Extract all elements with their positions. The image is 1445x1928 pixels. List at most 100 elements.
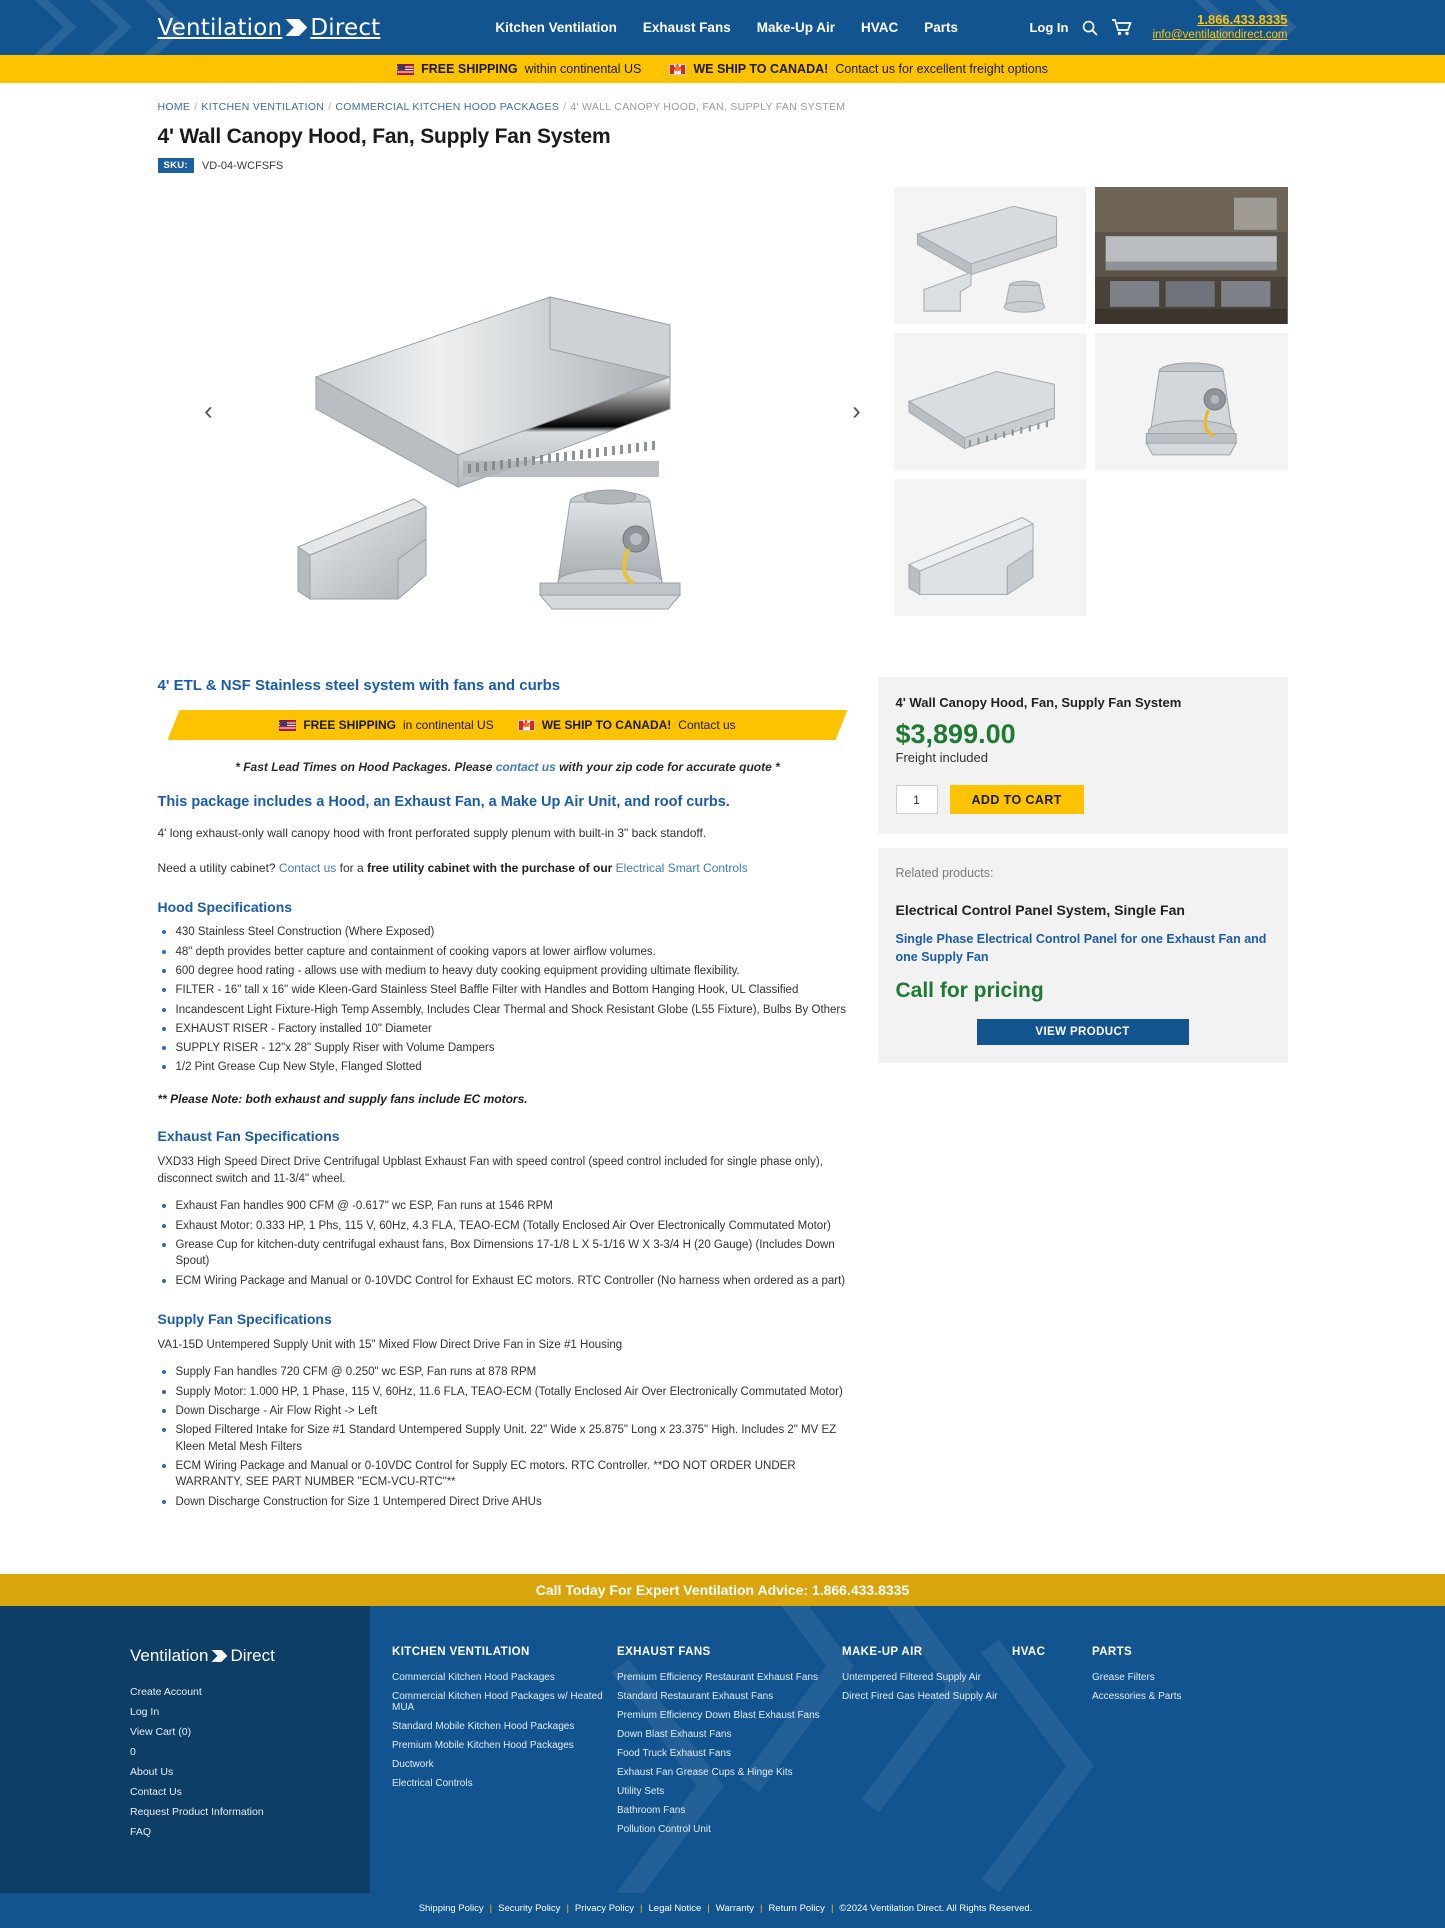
nav-item-make-up-air[interactable]: Make-Up Air: [757, 20, 835, 35]
product-gallery: ‹ ›: [157, 187, 1288, 635]
purchase-sidebar: 4' Wall Canopy Hood, Fan, Supply Fan Sys…: [877, 677, 1288, 1514]
footer-column-make-up-air: MAKE-UP AIR Untempered Filtered Supply A…: [842, 1646, 1012, 1843]
footer-link[interactable]: Down Blast Exhaust Fans: [617, 1729, 830, 1740]
legal-sep: |: [830, 1902, 834, 1914]
footer-link[interactable]: Grease Filters: [1092, 1672, 1230, 1683]
footer-link[interactable]: Premium Mobile Kitchen Hood Packages: [392, 1740, 605, 1751]
ribbon-us-text: in continental US: [403, 718, 494, 732]
ec-motors-note: ** Please Note: both exhaust and supply …: [157, 1091, 528, 1106]
main-product-image[interactable]: ‹ ›: [157, 187, 876, 635]
copyright-text: ©2024 Ventilation Direct. All Rights Res…: [839, 1902, 1033, 1914]
exhaust-specs-heading: Exhaust Fan Specifications: [157, 1127, 340, 1144]
footer-link-view-cart[interactable]: View Cart (0): [130, 1726, 370, 1738]
footer-link[interactable]: Untempered Filtered Supply Air: [842, 1672, 1000, 1683]
footer-link[interactable]: Electrical Controls: [392, 1778, 605, 1789]
list-item: Down Discharge Construction for Size 1 U…: [158, 1494, 858, 1510]
footer-link[interactable]: Commercial Kitchen Hood Packages: [392, 1672, 605, 1683]
shipping-ca-text: Contact us for excellent freight options: [835, 62, 1048, 76]
footer-link-contact-us[interactable]: Contact Us: [130, 1786, 370, 1798]
add-to-cart-button[interactable]: ADD TO CART: [949, 785, 1084, 815]
shipping-canada: 🍁 WE SHIP TO CANADA! Contact us for exce…: [669, 62, 1048, 76]
footer-link[interactable]: Accessories & Parts: [1092, 1691, 1230, 1702]
footer-link-create-account[interactable]: Create Account: [130, 1686, 370, 1698]
us-flag-icon: [279, 720, 296, 731]
quantity-input[interactable]: [895, 785, 938, 815]
footer-logo[interactable]: Ventilation Direct: [130, 1646, 370, 1666]
breadcrumb-sep: /: [563, 101, 567, 113]
view-product-button[interactable]: VIEW PRODUCT: [976, 1018, 1189, 1045]
footer-link-about-us[interactable]: About Us: [130, 1766, 370, 1778]
footer-link-log-in[interactable]: Log In: [130, 1706, 370, 1718]
gallery-prev-arrow[interactable]: ‹: [196, 396, 222, 427]
footer-link-cart-count[interactable]: 0: [130, 1746, 370, 1758]
shipping-us-text: within continental US: [524, 62, 642, 76]
nav-item-hvac[interactable]: HVAC: [861, 20, 898, 35]
footer-link[interactable]: Pollution Control Unit: [617, 1824, 830, 1835]
nav-item-parts[interactable]: Parts: [924, 20, 958, 35]
utility-contact-link[interactable]: Contact us: [279, 861, 336, 875]
legal-bar: Shipping Policy | Security Policy | Privacy …: [0, 1892, 1445, 1928]
buy-box: 4' Wall Canopy Hood, Fan, Supply Fan Sys…: [877, 677, 1288, 835]
canada-flag-icon: 🍁: [518, 720, 535, 731]
description-paragraph: 4' long exhaust-only wall canopy hood wi…: [157, 826, 707, 840]
footer-link[interactable]: Exhaust Fan Grease Cups & Hinge Kits: [617, 1767, 830, 1778]
nav-item-kitchen-ventilation[interactable]: Kitchen Ventilation: [495, 20, 617, 35]
breadcrumb-sep: /: [194, 101, 198, 113]
utility-cabinet-paragraph: Need a utility cabinet? Contact us for a…: [158, 859, 858, 878]
search-icon[interactable]: [1082, 20, 1099, 36]
sku-value: VD-04-WCFSFS: [201, 159, 284, 172]
legal-link-return-policy[interactable]: Return Policy: [768, 1903, 825, 1914]
list-item: Exhaust Fan handles 900 CFM @ -0.617" wc…: [158, 1198, 858, 1214]
breadcrumb-hood-packages[interactable]: COMMERCIAL KITCHEN HOOD PACKAGES: [335, 101, 559, 113]
breadcrumb-home[interactable]: HOME: [158, 101, 191, 113]
footer-link[interactable]: Standard Restaurant Exhaust Fans: [617, 1691, 830, 1702]
electrical-smart-controls-link[interactable]: Electrical Smart Controls: [616, 861, 748, 875]
login-link[interactable]: Log In: [1029, 20, 1068, 35]
cart-icon[interactable]: [1112, 19, 1133, 36]
footer-link[interactable]: Food Truck Exhaust Fans: [617, 1748, 830, 1759]
thumbnail-1-image: [915, 205, 1057, 313]
list-item: SUPPLY RISER - 12"x 28" Supply Riser wit…: [158, 1040, 858, 1056]
breadcrumb: HOME / KITCHEN VENTILATION / COMMERCIAL KITC…: [158, 83, 1288, 121]
lead-time-note: * Fast Lead Times on Hood Packages. Plea…: [158, 760, 858, 774]
site-logo[interactable]: Ventilation Direct: [158, 15, 381, 41]
legal-link-warranty[interactable]: Warranty: [716, 1903, 754, 1914]
legal-link-legal-notice[interactable]: Legal Notice: [649, 1903, 702, 1914]
related-products-label: Related products:: [895, 866, 994, 881]
footer-link[interactable]: Standard Mobile Kitchen Hood Packages: [392, 1721, 605, 1732]
footer-link[interactable]: Premium Efficiency Down Blast Exhaust Fa…: [617, 1710, 830, 1721]
shipping-us-bold: FREE SHIPPING: [421, 62, 518, 76]
thumbnail-1[interactable]: [893, 187, 1086, 324]
footer-link[interactable]: Commercial Kitchen Hood Packages w/ Heat…: [392, 1691, 605, 1713]
footer-link[interactable]: Ductwork: [392, 1759, 605, 1770]
list-item: Down Discharge - Air Flow Right -> Left: [158, 1403, 858, 1419]
footer-link-request-product-information[interactable]: Request Product Information: [130, 1806, 370, 1818]
related-product-subtitle-link[interactable]: Single Phase Electrical Control Panel fo…: [896, 930, 1270, 966]
site-header: Ventilation Direct Kitchen Ventilation E…: [0, 0, 1445, 55]
footer-link[interactable]: Utility Sets: [617, 1786, 830, 1797]
lead-note-contact-link[interactable]: contact us: [496, 760, 556, 774]
footer-link[interactable]: Premium Efficiency Restaurant Exhaust Fa…: [617, 1672, 830, 1683]
footer-heading-exhaust-fans: EXHAUST FANS: [617, 1645, 711, 1658]
list-item: Supply Fan handles 720 CFM @ 0.250" wc E…: [158, 1364, 858, 1380]
gallery-next-arrow[interactable]: ›: [844, 396, 870, 427]
breadcrumb-kitchen-ventilation[interactable]: KITCHEN VENTILATION: [201, 101, 324, 113]
thumbnail-5[interactable]: [893, 479, 1086, 616]
legal-link-privacy-policy[interactable]: Privacy Policy: [575, 1903, 634, 1914]
legal-link-security-policy[interactable]: Security Policy: [498, 1903, 560, 1914]
nav-item-exhaust-fans[interactable]: Exhaust Fans: [643, 20, 731, 35]
legal-link-shipping-policy[interactable]: Shipping Policy: [419, 1903, 484, 1914]
description-heading: 4' ETL & NSF Stainless steel system with…: [157, 677, 561, 694]
thumbnail-4[interactable]: [1095, 333, 1288, 470]
thumbnail-3[interactable]: [893, 333, 1086, 470]
footer-link-faq[interactable]: FAQ: [130, 1826, 370, 1838]
breadcrumb-current: 4' WALL CANOPY HOOD, FAN, SUPPLY FAN SYS…: [570, 101, 846, 113]
supply-specs-list: Supply Fan handles 720 CFM @ 0.250" wc E…: [158, 1364, 858, 1510]
shipping-ribbon: FREE SHIPPING in continental US 🍁 WE SHI…: [168, 710, 848, 740]
header-phone[interactable]: 1.866.433.8335: [1152, 12, 1287, 28]
footer-link[interactable]: Direct Fired Gas Heated Supply Air: [842, 1691, 1000, 1702]
footer-link[interactable]: Bathroom Fans: [617, 1805, 830, 1816]
header-email[interactable]: info@ventilationdirect.com: [1152, 28, 1287, 42]
thumbnail-2[interactable]: [1095, 187, 1288, 324]
exhaust-specs-list: Exhaust Fan handles 900 CFM @ -0.617" wc…: [158, 1198, 858, 1289]
